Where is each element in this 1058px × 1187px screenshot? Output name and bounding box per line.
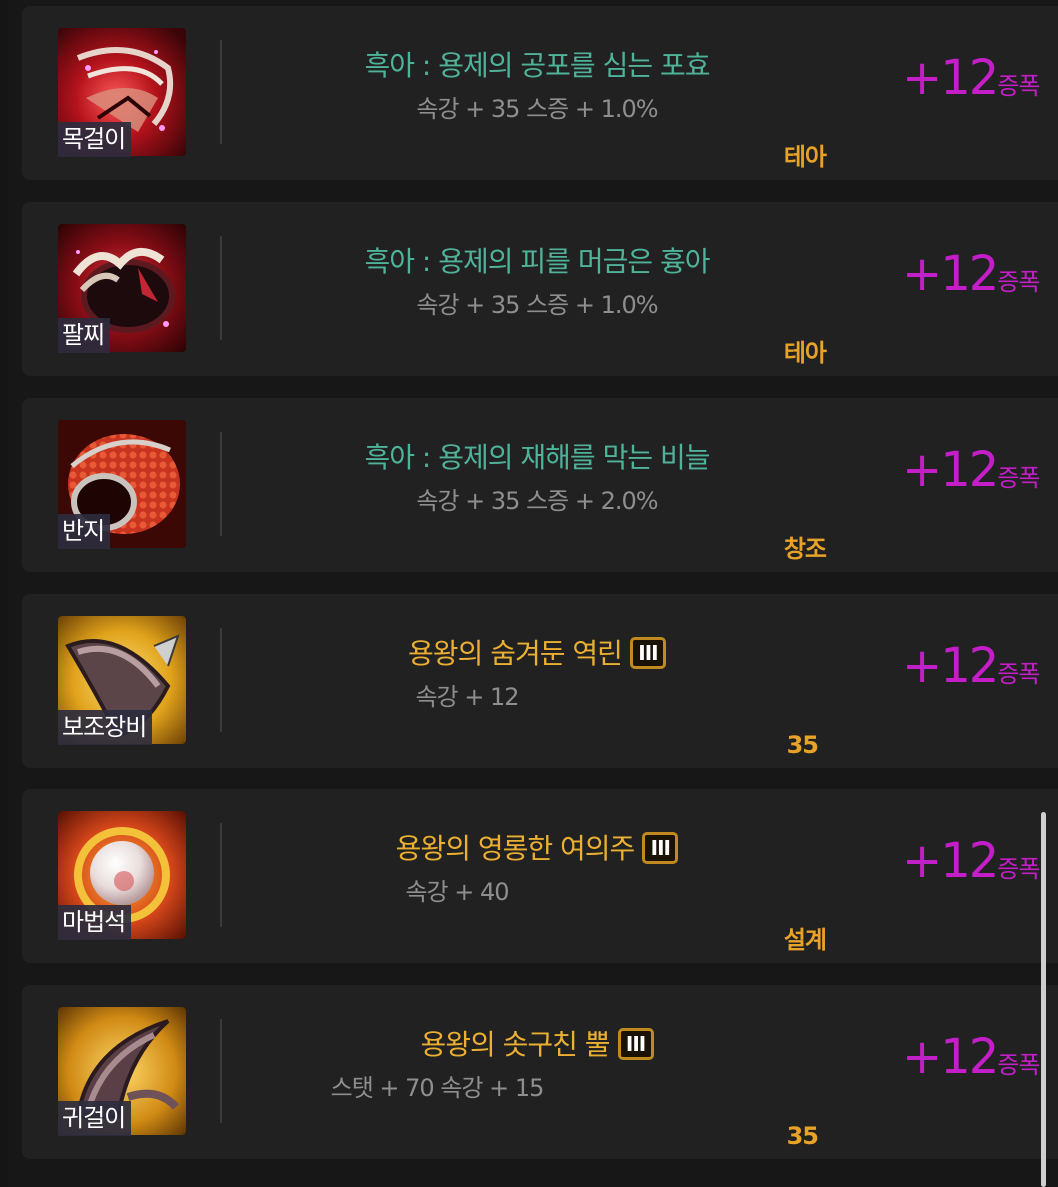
amp-value: +12 bbox=[902, 246, 999, 302]
set-tag: 창조 bbox=[783, 535, 827, 563]
divider bbox=[220, 1019, 222, 1123]
item-name-text: 흑아 : 용제의 재해를 막는 비늘 bbox=[364, 441, 710, 474]
equipment-row-ring[interactable]: 반지 흑아 : 용제의 재해를 막는 비늘 속강 + 35 스증 + 2.0% … bbox=[22, 398, 1058, 572]
amp-value: +12 bbox=[902, 442, 999, 498]
item-name-text: 용왕의 솟구친 뿔 bbox=[420, 1028, 610, 1061]
equipment-row-necklace[interactable]: 목걸이 흑아 : 용제의 공포를 심는 포효 속강 + 35 스증 + 1.0%… bbox=[22, 6, 1058, 180]
slot-label: 보조장비 bbox=[58, 710, 153, 745]
item-name: 흑아 : 용제의 공포를 심는 포효 bbox=[232, 48, 842, 84]
amplification: +12증폭 bbox=[902, 1029, 1040, 1085]
tier-badge: III bbox=[617, 1028, 654, 1060]
item-name-text: 용왕의 숨겨둔 역린 bbox=[408, 637, 623, 670]
set-tag: 35 bbox=[786, 1122, 819, 1150]
item-stats: 속강 + 35 스증 + 2.0% bbox=[416, 487, 658, 515]
divider bbox=[220, 823, 222, 927]
amplification: +12증폭 bbox=[902, 833, 1040, 889]
item-name: 용왕의 숨겨둔 역린 III bbox=[232, 636, 842, 672]
amplification: +12증폭 bbox=[902, 638, 1040, 694]
divider bbox=[220, 432, 222, 536]
slot-label: 팔찌 bbox=[58, 318, 111, 353]
equipment-row-magic-stone[interactable]: 마법석 용왕의 영롱한 여의주 III 속강 + 40 설계 +12증폭 bbox=[22, 789, 1058, 963]
set-tag: 35 bbox=[786, 731, 819, 759]
tier-badge: III bbox=[642, 832, 679, 864]
amp-unit: 증폭 bbox=[997, 660, 1040, 688]
amp-unit: 증폭 bbox=[997, 268, 1040, 296]
scrollbar-thumb[interactable] bbox=[1041, 812, 1046, 1187]
amp-value: +12 bbox=[902, 1029, 999, 1085]
amp-value: +12 bbox=[902, 638, 999, 694]
amplification: +12증폭 bbox=[902, 442, 1040, 498]
divider bbox=[220, 236, 222, 340]
item-stats: 속강 + 40 bbox=[405, 878, 509, 906]
item-name: 용왕의 솟구친 뿔 III bbox=[232, 1027, 842, 1063]
slot-label: 마법석 bbox=[58, 905, 132, 940]
tier-badge: III bbox=[629, 637, 666, 669]
amp-unit: 증폭 bbox=[997, 855, 1040, 883]
divider bbox=[220, 628, 222, 732]
amplification: +12증폭 bbox=[902, 50, 1040, 106]
set-tag: 테아 bbox=[783, 339, 827, 367]
amp-unit: 증폭 bbox=[997, 464, 1040, 492]
slot-label: 목걸이 bbox=[58, 122, 132, 157]
amp-unit: 증폭 bbox=[997, 72, 1040, 100]
set-tag: 테아 bbox=[783, 143, 827, 171]
slot-label: 귀걸이 bbox=[58, 1101, 132, 1136]
amp-value: +12 bbox=[902, 50, 999, 106]
amp-value: +12 bbox=[902, 833, 999, 889]
amp-unit: 증폭 bbox=[997, 1051, 1040, 1079]
item-stats: 속강 + 35 스증 + 1.0% bbox=[416, 291, 658, 319]
item-stats: 속강 + 12 bbox=[415, 683, 519, 711]
equipment-list: 목걸이 흑아 : 용제의 공포를 심는 포효 속강 + 35 스증 + 1.0%… bbox=[0, 0, 1058, 1187]
equipment-row-earring[interactable]: 귀걸이 용왕의 솟구친 뿔 III 스탯 + 70 속강 + 15 35 +12증… bbox=[22, 985, 1058, 1159]
item-name: 용왕의 영롱한 여의주 III bbox=[232, 831, 842, 867]
slot-label: 반지 bbox=[58, 514, 111, 549]
item-name-text: 흑아 : 용제의 공포를 심는 포효 bbox=[364, 49, 710, 82]
divider bbox=[220, 40, 222, 144]
equipment-row-bracelet[interactable]: 팔찌 흑아 : 용제의 피를 머금은 흉아 속강 + 35 스증 + 1.0% … bbox=[22, 202, 1058, 376]
item-name-text: 용왕의 영롱한 여의주 bbox=[395, 832, 636, 865]
item-name-text: 흑아 : 용제의 피를 머금은 흉아 bbox=[364, 245, 710, 278]
item-name: 흑아 : 용제의 재해를 막는 비늘 bbox=[232, 440, 842, 476]
item-name: 흑아 : 용제의 피를 머금은 흉아 bbox=[232, 244, 842, 280]
item-stats: 스탯 + 70 속강 + 15 bbox=[330, 1074, 545, 1102]
amplification: +12증폭 bbox=[902, 246, 1040, 302]
equipment-row-sub-equipment[interactable]: 보조장비 용왕의 숨겨둔 역린 III 속강 + 12 35 +12증폭 bbox=[22, 594, 1058, 768]
item-stats: 속강 + 35 스증 + 1.0% bbox=[416, 95, 658, 123]
set-tag: 설계 bbox=[783, 926, 827, 954]
left-rail bbox=[0, 0, 8, 1187]
